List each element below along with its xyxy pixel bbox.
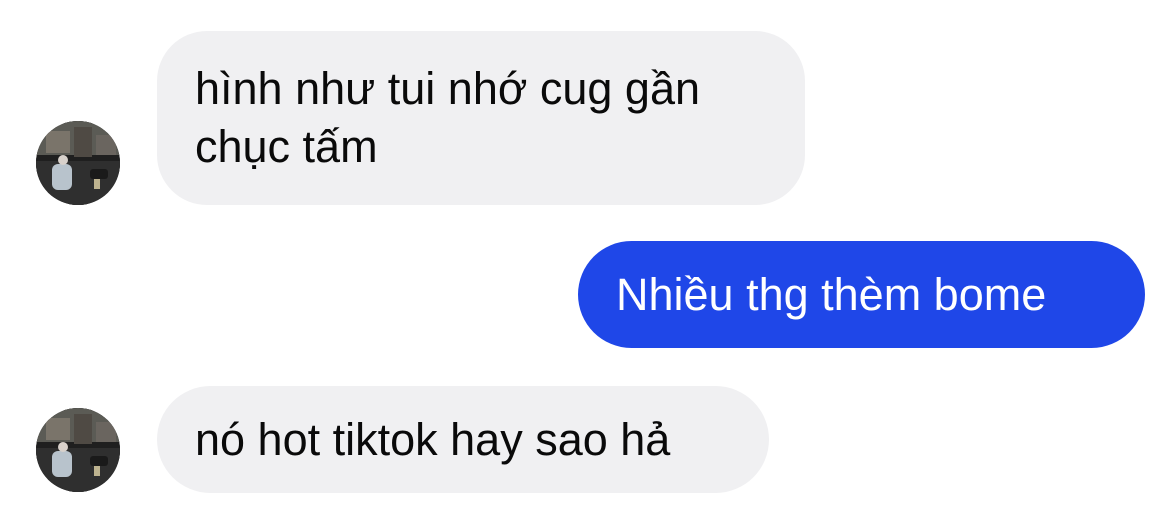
message-text: Nhiều thg thèm bome <box>616 269 1047 320</box>
avatar-photo-icon <box>36 408 120 492</box>
outgoing-message-bubble[interactable]: Nhiều thg thèm bome <box>578 241 1145 348</box>
incoming-message-bubble[interactable]: hình như tui nhớ cug gần chục tấm <box>157 31 805 205</box>
contact-avatar-icon[interactable] <box>36 121 120 205</box>
incoming-message-bubble[interactable]: nó hot tiktok hay sao hả <box>157 386 769 493</box>
message-text: hình như tui nhớ cug gần chục tấm <box>195 63 700 172</box>
contact-avatar-icon[interactable] <box>36 408 120 492</box>
avatar-photo-icon <box>36 121 120 205</box>
message-text: nó hot tiktok hay sao hả <box>195 414 671 465</box>
chat-screen: { "messages": [ { "direction": "incoming… <box>0 0 1170 527</box>
